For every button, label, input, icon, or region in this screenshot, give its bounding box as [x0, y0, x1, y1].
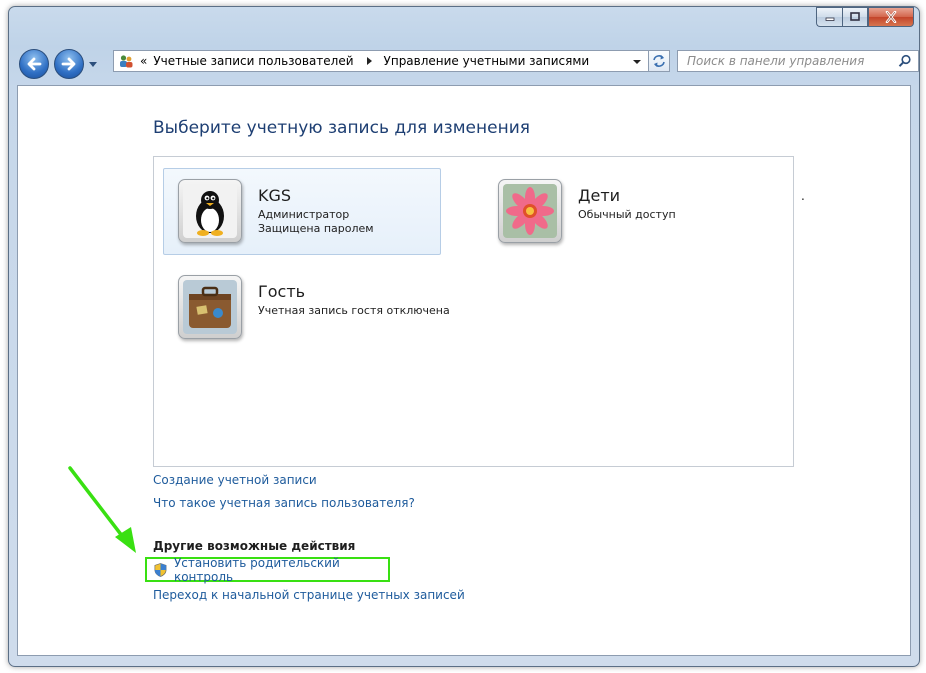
account-type: Администратор: [258, 208, 350, 221]
search-icon[interactable]: [898, 54, 912, 68]
chevron-right-icon[interactable]: [364, 56, 374, 66]
account-type: Обычный доступ: [578, 208, 676, 221]
account-name: Дети: [578, 186, 621, 205]
create-account-link-row: Создание учетной записи: [153, 473, 317, 487]
breadcrumb: Учетные записи пользователей Управление …: [153, 54, 589, 68]
forward-button[interactable]: [54, 49, 84, 79]
recent-pages-dropdown[interactable]: [87, 58, 99, 72]
set-parental-control-link[interactable]: Установить родительский контроль: [174, 556, 388, 584]
account-tile-guest[interactable]: Гость Учетная запись гостя отключена: [164, 265, 464, 350]
breadcrumb-user-accounts[interactable]: Учетные записи пользователей: [153, 54, 353, 68]
account-password-status: Защищена паролем: [258, 222, 374, 235]
account-status: Учетная запись гостя отключена: [258, 304, 450, 317]
minimize-icon: [825, 17, 834, 21]
penguin-icon: [183, 184, 237, 238]
stray-mark: .: [801, 189, 805, 203]
close-button[interactable]: [868, 7, 914, 27]
caption-buttons: [816, 7, 914, 27]
window-frame: « Учетные записи пользователей Управлени…: [8, 6, 920, 667]
main-content: Выберите учетную запись для изменения KG…: [17, 85, 911, 656]
back-arrow-icon: [27, 57, 42, 71]
account-picture-deti: [498, 179, 562, 243]
account-name: Гость: [258, 282, 306, 301]
close-icon: [885, 11, 897, 23]
address-dropdown-icon[interactable]: [632, 57, 642, 67]
parental-control-highlight: Установить родительский контроль: [145, 556, 390, 584]
address-bar[interactable]: « Учетные записи пользователей Управлени…: [113, 50, 649, 72]
accounts-panel: KGS Администратор Защищена паролем Дети …: [153, 156, 805, 467]
annotation-arrow-icon: [68, 466, 136, 553]
refresh-button[interactable]: [648, 50, 670, 72]
other-actions-title: Другие возможные действия: [153, 539, 356, 553]
shield-icon: [154, 562, 167, 577]
breadcrumb-manage-accounts[interactable]: Управление учетными записями: [384, 54, 590, 68]
minimize-button[interactable]: [816, 7, 842, 27]
search-placeholder[interactable]: Поиск в панели управления: [678, 54, 898, 68]
accounts-home-link[interactable]: Переход к начальной странице учетных зап…: [153, 588, 465, 602]
chevron-down-icon: [89, 62, 97, 67]
address-root-glyph[interactable]: «: [140, 54, 147, 68]
user-accounts-icon: [120, 55, 133, 68]
suitcase-icon: [183, 280, 237, 334]
account-tile-deti[interactable]: Дети Обычный доступ: [484, 169, 760, 254]
account-info-kgs: KGS Администратор Защищена паролем: [258, 186, 374, 236]
account-info-guest: Гость Учетная запись гостя отключена: [258, 282, 450, 318]
what-is-user-account-link[interactable]: Что такое учетная запись пользователя?: [153, 496, 415, 510]
flower-icon: [503, 184, 557, 238]
search-box[interactable]: Поиск в панели управления: [677, 50, 919, 72]
back-link-row: Переход к начальной странице учетных зап…: [153, 588, 465, 602]
back-button[interactable]: [19, 49, 49, 79]
create-account-link[interactable]: Создание учетной записи: [153, 473, 317, 487]
maximize-button[interactable]: [842, 7, 868, 27]
page-title: Выберите учетную запись для изменения: [153, 118, 530, 138]
forward-arrow-icon: [61, 57, 76, 71]
maximize-icon: [850, 12, 860, 21]
account-info-deti: Дети Обычный доступ: [578, 186, 676, 222]
account-name: KGS: [258, 186, 292, 205]
navigation-bar: « Учетные записи пользователей Управлени…: [17, 47, 919, 81]
refresh-icon: [653, 55, 665, 67]
account-picture-guest: [178, 275, 242, 339]
account-tile-kgs[interactable]: KGS Администратор Защищена паролем: [163, 168, 441, 255]
account-picture-kgs: [178, 179, 242, 243]
what-is-account-link-row: Что такое учетная запись пользователя?: [153, 496, 415, 510]
